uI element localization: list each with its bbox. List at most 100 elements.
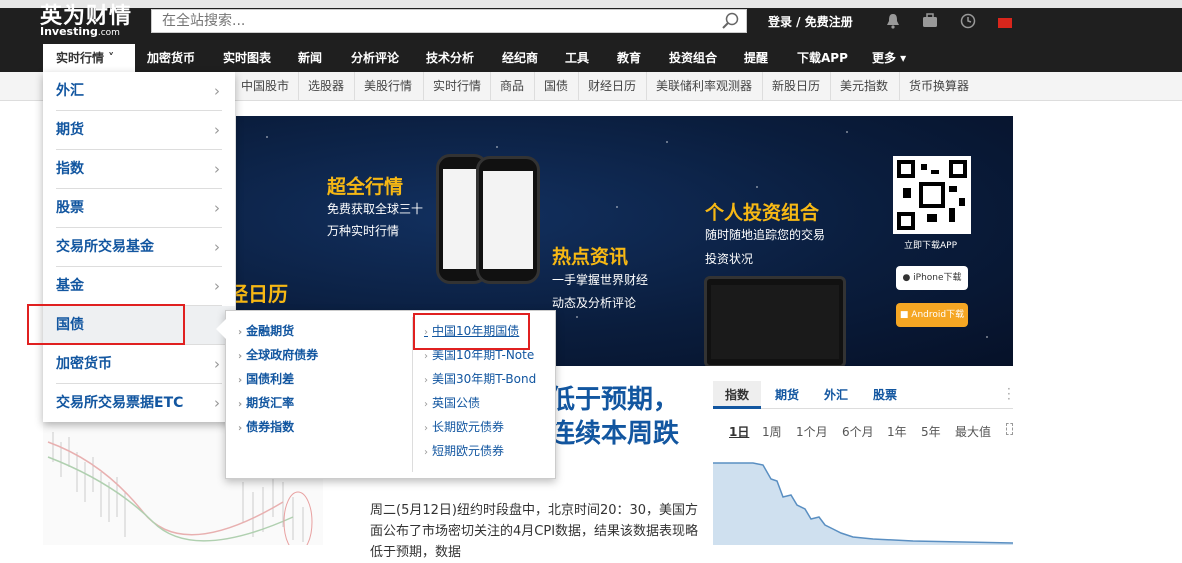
chevron-right-icon: › bbox=[424, 351, 428, 362]
search-input[interactable] bbox=[152, 10, 712, 32]
nav-more[interactable]: 更多 ▾ bbox=[872, 44, 906, 72]
submenu-link[interactable]: › 英国公债 bbox=[424, 391, 536, 415]
nav-brokers[interactable]: 经纪商 bbox=[502, 44, 538, 72]
range-max[interactable]: 最大值 bbox=[955, 423, 991, 440]
highlight-box bbox=[413, 313, 530, 350]
subnav-item[interactable]: 财经日历 bbox=[578, 72, 645, 101]
tab-forex[interactable]: 外汇 bbox=[824, 381, 848, 409]
subnav-item[interactable]: 实时行情 bbox=[423, 72, 490, 101]
nav-download-app[interactable]: 下载APP bbox=[797, 44, 848, 72]
chevron-right-icon: › bbox=[424, 423, 428, 434]
tab-stocks[interactable]: 股票 bbox=[873, 381, 897, 409]
subnav-item[interactable]: 美联储利率观测器 bbox=[646, 72, 761, 101]
qr-code-icon bbox=[893, 156, 971, 234]
subnav-item[interactable]: 新股日历 bbox=[762, 72, 829, 101]
search-icon[interactable] bbox=[722, 12, 740, 30]
nav-education[interactable]: 教育 bbox=[617, 44, 641, 72]
headline-line[interactable]: 低于预期， bbox=[549, 383, 679, 417]
nav-analysis[interactable]: 分析评论 bbox=[351, 44, 399, 72]
search-box[interactable] bbox=[151, 9, 747, 33]
android-icon: ■ bbox=[899, 310, 912, 320]
menu-item-indices[interactable]: 指数 › bbox=[56, 150, 222, 189]
banner-sub: 投资状况 bbox=[705, 252, 754, 266]
index-chart bbox=[713, 462, 1013, 545]
download-app-label: 立即下载APP bbox=[904, 241, 958, 251]
subnav-item[interactable]: 货币换算器 bbox=[899, 72, 978, 101]
menu-item-futures[interactable]: 期货 › bbox=[56, 111, 222, 150]
phone-image bbox=[476, 156, 540, 284]
chevron-right-icon: › bbox=[214, 199, 220, 217]
chevron-right-icon: › bbox=[424, 447, 428, 458]
menu-item-etf[interactable]: 交易所交易基金 › bbox=[56, 228, 222, 267]
nav-markets[interactable]: 实时行情 ˅ bbox=[43, 44, 135, 72]
submenu-link[interactable]: › 期货汇率 bbox=[238, 391, 318, 415]
menu-item-funds[interactable]: 基金 › bbox=[56, 267, 222, 306]
chevron-right-icon: › bbox=[238, 423, 243, 434]
headline-line[interactable]: 连续本周跌 bbox=[549, 417, 679, 451]
submenu-link[interactable]: › 全球政府债券 bbox=[238, 343, 318, 367]
range-6m[interactable]: 6个月 bbox=[842, 423, 874, 440]
banner-sub: 万种实时行情 bbox=[327, 224, 400, 238]
menu-item-forex[interactable]: 外汇 › bbox=[56, 72, 222, 111]
menu-item-etc[interactable]: 交易所交易票据ETC › bbox=[56, 384, 222, 423]
range-1d[interactable]: 1日 bbox=[729, 423, 749, 440]
iphone-download-button[interactable]: ● iPhone下载 bbox=[896, 266, 968, 290]
tab-futures[interactable]: 期货 bbox=[775, 381, 799, 409]
banner-left-fragment: 经日历 bbox=[236, 282, 288, 306]
article-headline[interactable]: 低于预期， 连续本周跌 bbox=[549, 383, 679, 451]
banner-title-news: 热点资讯 bbox=[552, 246, 629, 268]
range-5y[interactable]: 5年 bbox=[921, 423, 941, 440]
nav-charts[interactable]: 实时图表 bbox=[223, 44, 271, 72]
highlight-box bbox=[27, 304, 185, 345]
nav-crypto[interactable]: 加密货币 bbox=[147, 44, 195, 72]
range-1m[interactable]: 1个月 bbox=[796, 423, 828, 440]
chevron-right-icon: › bbox=[238, 399, 243, 410]
nav-portfolio[interactable]: 投资组合 bbox=[669, 44, 717, 72]
subnav-item[interactable]: 商品 bbox=[490, 72, 533, 101]
subnav-item[interactable]: 选股器 bbox=[298, 72, 353, 101]
subnav-item[interactable]: 中国股市 bbox=[231, 72, 298, 101]
chevron-right-icon: › bbox=[214, 394, 220, 412]
subnav-item[interactable]: 美股行情 bbox=[354, 72, 421, 101]
chevron-right-icon: › bbox=[424, 375, 428, 386]
portfolio-icon[interactable] bbox=[922, 13, 938, 28]
submenu-link[interactable]: › 长期欧元债券 bbox=[424, 415, 536, 439]
logo[interactable]: 英为财情 Investing.com bbox=[40, 4, 132, 39]
more-options-icon[interactable]: · · · bbox=[1007, 383, 1011, 405]
nav-tools[interactable]: 工具 bbox=[565, 44, 589, 72]
banner-sub: 免费获取全球三十 bbox=[327, 202, 424, 216]
submenu-link[interactable]: › 美国30年期T-Bond bbox=[424, 367, 536, 391]
chevron-right-icon: › bbox=[238, 327, 243, 338]
menu-item-crypto[interactable]: 加密货币 › bbox=[56, 345, 222, 384]
expand-icon[interactable] bbox=[1006, 423, 1013, 435]
bell-icon[interactable] bbox=[886, 13, 900, 29]
tablet-image bbox=[704, 276, 846, 366]
article-summary: 周二(5月12日)纽约时段盘中，北京时间20：30，美国方面公布了市场密切关注的… bbox=[370, 503, 699, 560]
tab-indices[interactable]: 指数 bbox=[713, 381, 762, 409]
subnav-item[interactable]: 美元指数 bbox=[830, 72, 897, 101]
chevron-right-icon: › bbox=[238, 375, 243, 386]
range-1y[interactable]: 1年 bbox=[887, 423, 907, 440]
submenu-link[interactable]: › 短期欧元债券 bbox=[424, 439, 536, 463]
nav-alerts[interactable]: 提醒 bbox=[744, 44, 768, 72]
range-1w[interactable]: 1周 bbox=[762, 423, 782, 440]
login-register-link[interactable]: 登录 / 免费注册 bbox=[768, 13, 853, 30]
china-flag-icon[interactable] bbox=[998, 18, 1012, 28]
submenu-pointer bbox=[216, 319, 226, 339]
clock-icon[interactable] bbox=[960, 13, 976, 29]
submenu-link[interactable]: › 国债利差 bbox=[238, 367, 318, 391]
subnav-item[interactable]: 国债 bbox=[534, 72, 577, 101]
menu-item-stocks[interactable]: 股票 › bbox=[56, 189, 222, 228]
markets-widget: 指数 期货 外汇 股票 · · · 1日 1周 1个月 6个月 1年 5年 最大值 bbox=[713, 381, 1013, 545]
logo-en: Investing.com bbox=[40, 25, 120, 39]
banner-sub: 随时随地追踪您的交易 bbox=[705, 228, 826, 242]
main-nav: 实时行情 ˅ 加密货币 实时图表 新闻 分析评论 技术分析 经纪商 工具 教育 … bbox=[0, 44, 1182, 72]
nav-technical[interactable]: 技术分析 bbox=[426, 44, 474, 72]
chevron-right-icon: › bbox=[214, 355, 220, 373]
markets-dropdown: 外汇 › 期货 › 指数 › 股票 › 交易所交易基金 › 基金 › 国债 加密货币 › 交易… bbox=[43, 72, 235, 422]
submenu-link[interactable]: › 金融期货 bbox=[238, 319, 318, 343]
android-download-button[interactable]: ■ Android下载 bbox=[896, 303, 968, 327]
apple-icon: ● bbox=[902, 273, 914, 283]
submenu-link[interactable]: › 债券指数 bbox=[238, 415, 318, 439]
nav-news[interactable]: 新闻 bbox=[298, 44, 322, 72]
